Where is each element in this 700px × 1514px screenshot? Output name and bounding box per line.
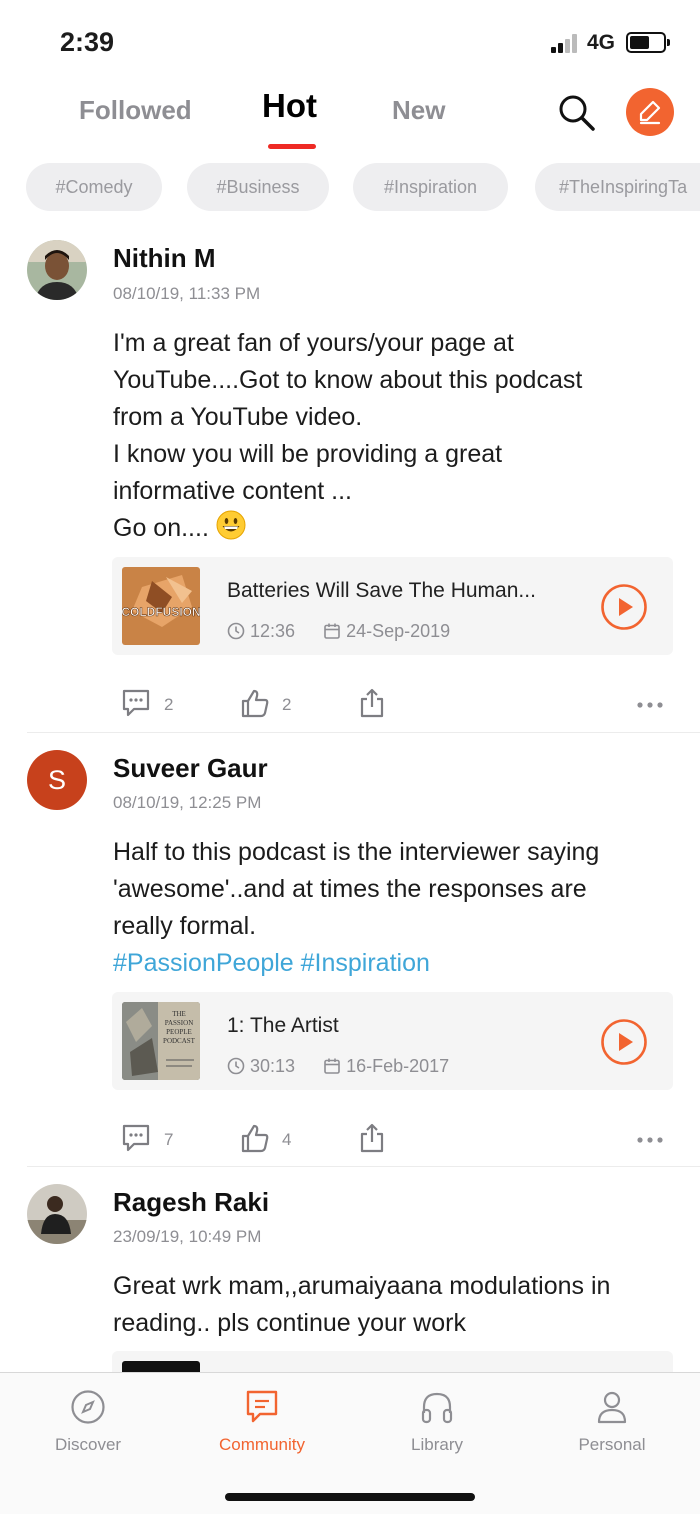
thumbs-up-icon[interactable] xyxy=(240,687,270,719)
home-indicator xyxy=(225,1493,475,1501)
post-line: YouTube....Got to know about this podcas… xyxy=(113,366,583,394)
episode-title: Batteries Will Save The Human... xyxy=(227,579,536,602)
svg-text:THE: THE xyxy=(172,1010,186,1018)
avatar[interactable]: S xyxy=(27,750,87,810)
network-type: 4G xyxy=(587,31,616,54)
person-icon xyxy=(597,1391,627,1424)
episode-date: 16-Feb-2017 xyxy=(346,1056,450,1076)
post-line: reading.. pls continue your work xyxy=(113,1309,466,1337)
episode-meta: 30:13 16-Feb-2017 xyxy=(227,1056,449,1077)
tab-label: Community xyxy=(219,1435,305,1454)
tab-label: Library xyxy=(411,1435,463,1454)
share-icon[interactable] xyxy=(358,1122,386,1154)
play-icon[interactable] xyxy=(600,583,648,631)
episode-meta: 12:36 24-Sep-2019 xyxy=(227,621,450,642)
comment-count: 2 xyxy=(164,695,174,714)
compass-icon xyxy=(71,1390,105,1424)
post-author[interactable]: Nithin M xyxy=(113,243,216,274)
post-timestamp: 08/10/19, 11:33 PM xyxy=(113,284,261,303)
episode-card[interactable]: THE PASSION PEOPLE PODCAST 1: The Artist… xyxy=(112,992,673,1090)
share-icon[interactable] xyxy=(358,687,386,719)
post-timestamp: 08/10/19, 12:25 PM xyxy=(113,793,262,812)
divider xyxy=(27,732,700,733)
post-line: 'awesome'..and at times the responses ar… xyxy=(113,875,587,903)
tab-library[interactable]: Library xyxy=(377,1389,497,1455)
avatar-photo xyxy=(27,240,87,300)
chip-inspiration[interactable]: #Inspiration xyxy=(353,163,508,211)
post-line: Great wrk mam,,arumaiyaana modulations i… xyxy=(113,1272,611,1300)
post-body: Half to this podcast is the interviewer … xyxy=(113,834,683,982)
status-time: 2:39 xyxy=(60,27,115,57)
post-line-last: Go on.... xyxy=(113,510,683,547)
post-line: I'm a great fan of yours/your page at xyxy=(113,329,514,357)
tab-hot[interactable]: Hot xyxy=(262,87,317,125)
episode-thumbnail: COLDFUSION xyxy=(122,567,200,645)
chip-the-inspiring[interactable]: #TheInspiringTa xyxy=(535,163,700,211)
search-button[interactable] xyxy=(556,92,598,134)
episode-card[interactable]: COLDFUSION Batteries Will Save The Human… xyxy=(112,557,673,655)
signal-icon xyxy=(551,33,581,53)
more-icon[interactable] xyxy=(636,701,664,709)
episode-duration: 12:36 xyxy=(250,621,296,641)
search-icon xyxy=(559,95,595,131)
episode-thumbnail: THE PASSION PEOPLE PODCAST xyxy=(122,1002,200,1080)
svg-text:PODCAST: PODCAST xyxy=(163,1037,196,1045)
post-line: Half to this podcast is the interviewer … xyxy=(113,838,600,866)
episode-date: 24-Sep-2019 xyxy=(346,621,451,641)
avatar[interactable] xyxy=(27,1184,87,1244)
post-body: I'm a great fan of yours/your page at Yo… xyxy=(113,325,683,547)
tab-community[interactable]: Community xyxy=(202,1389,322,1455)
more-icon[interactable] xyxy=(636,1136,664,1144)
chat-icon xyxy=(246,1390,278,1423)
play-icon[interactable] xyxy=(600,1018,648,1066)
like-count: 4 xyxy=(282,1130,292,1149)
calendar-icon xyxy=(324,1058,340,1074)
grinning-face-icon xyxy=(216,510,246,540)
thumbs-up-icon[interactable] xyxy=(240,1122,270,1154)
like-count: 2 xyxy=(282,695,292,714)
battery-icon xyxy=(626,32,670,53)
post-hashtags[interactable]: #PassionPeople #Inspiration xyxy=(113,945,683,982)
clock-icon xyxy=(227,1057,245,1075)
post-timestamp: 23/09/19, 10:49 PM xyxy=(113,1227,262,1246)
episode-duration: 30:13 xyxy=(250,1056,296,1076)
comment-icon[interactable] xyxy=(121,687,151,719)
chip-business[interactable]: #Business xyxy=(187,163,329,211)
pencil-icon xyxy=(639,100,661,125)
post-body: Great wrk mam,,arumaiyaana modulations i… xyxy=(113,1268,683,1342)
comment-count: 7 xyxy=(164,1130,174,1149)
avatar[interactable] xyxy=(27,240,87,300)
tab-label: Discover xyxy=(54,1435,122,1454)
post-line: informative content ... xyxy=(113,477,353,505)
clock-icon xyxy=(227,622,245,640)
tab-discover[interactable]: Discover xyxy=(28,1389,148,1455)
tab-label: Personal xyxy=(578,1435,646,1454)
tab-personal[interactable]: Personal xyxy=(552,1389,672,1455)
svg-text:PEOPLE: PEOPLE xyxy=(166,1028,192,1036)
episode-title: 1: The Artist xyxy=(227,1014,339,1037)
post-line: I know you will be providing a great xyxy=(113,440,503,468)
tab-new[interactable]: New xyxy=(392,95,445,126)
svg-text:PASSION: PASSION xyxy=(165,1019,194,1027)
post-author[interactable]: Suveer Gaur xyxy=(113,753,268,784)
calendar-icon xyxy=(324,623,340,639)
compose-button[interactable] xyxy=(626,88,674,136)
topic-chips: #Comedy #Business #Inspiration #TheInspi… xyxy=(0,163,700,211)
headphones-icon xyxy=(421,1392,453,1424)
active-tab-indicator xyxy=(268,144,316,149)
bottom-tab-bar: Discover Community Library Personal xyxy=(0,1372,700,1514)
post-actions: 2 2 xyxy=(0,687,700,727)
feed-tabs: Followed Hot New xyxy=(0,87,700,160)
post-author[interactable]: Ragesh Raki xyxy=(113,1187,269,1218)
divider xyxy=(27,1166,700,1167)
avatar-photo xyxy=(27,1184,87,1244)
chip-comedy[interactable]: #Comedy xyxy=(26,163,162,211)
post-actions: 7 4 xyxy=(0,1122,700,1162)
post-line: really formal. xyxy=(113,912,257,940)
tab-followed[interactable]: Followed xyxy=(79,95,192,126)
status-bar: 2:39 4G xyxy=(0,0,700,90)
svg-text:COLDFUSION: COLDFUSION xyxy=(122,605,200,619)
post-line: from a YouTube video. xyxy=(113,403,363,431)
comment-icon[interactable] xyxy=(121,1122,151,1154)
